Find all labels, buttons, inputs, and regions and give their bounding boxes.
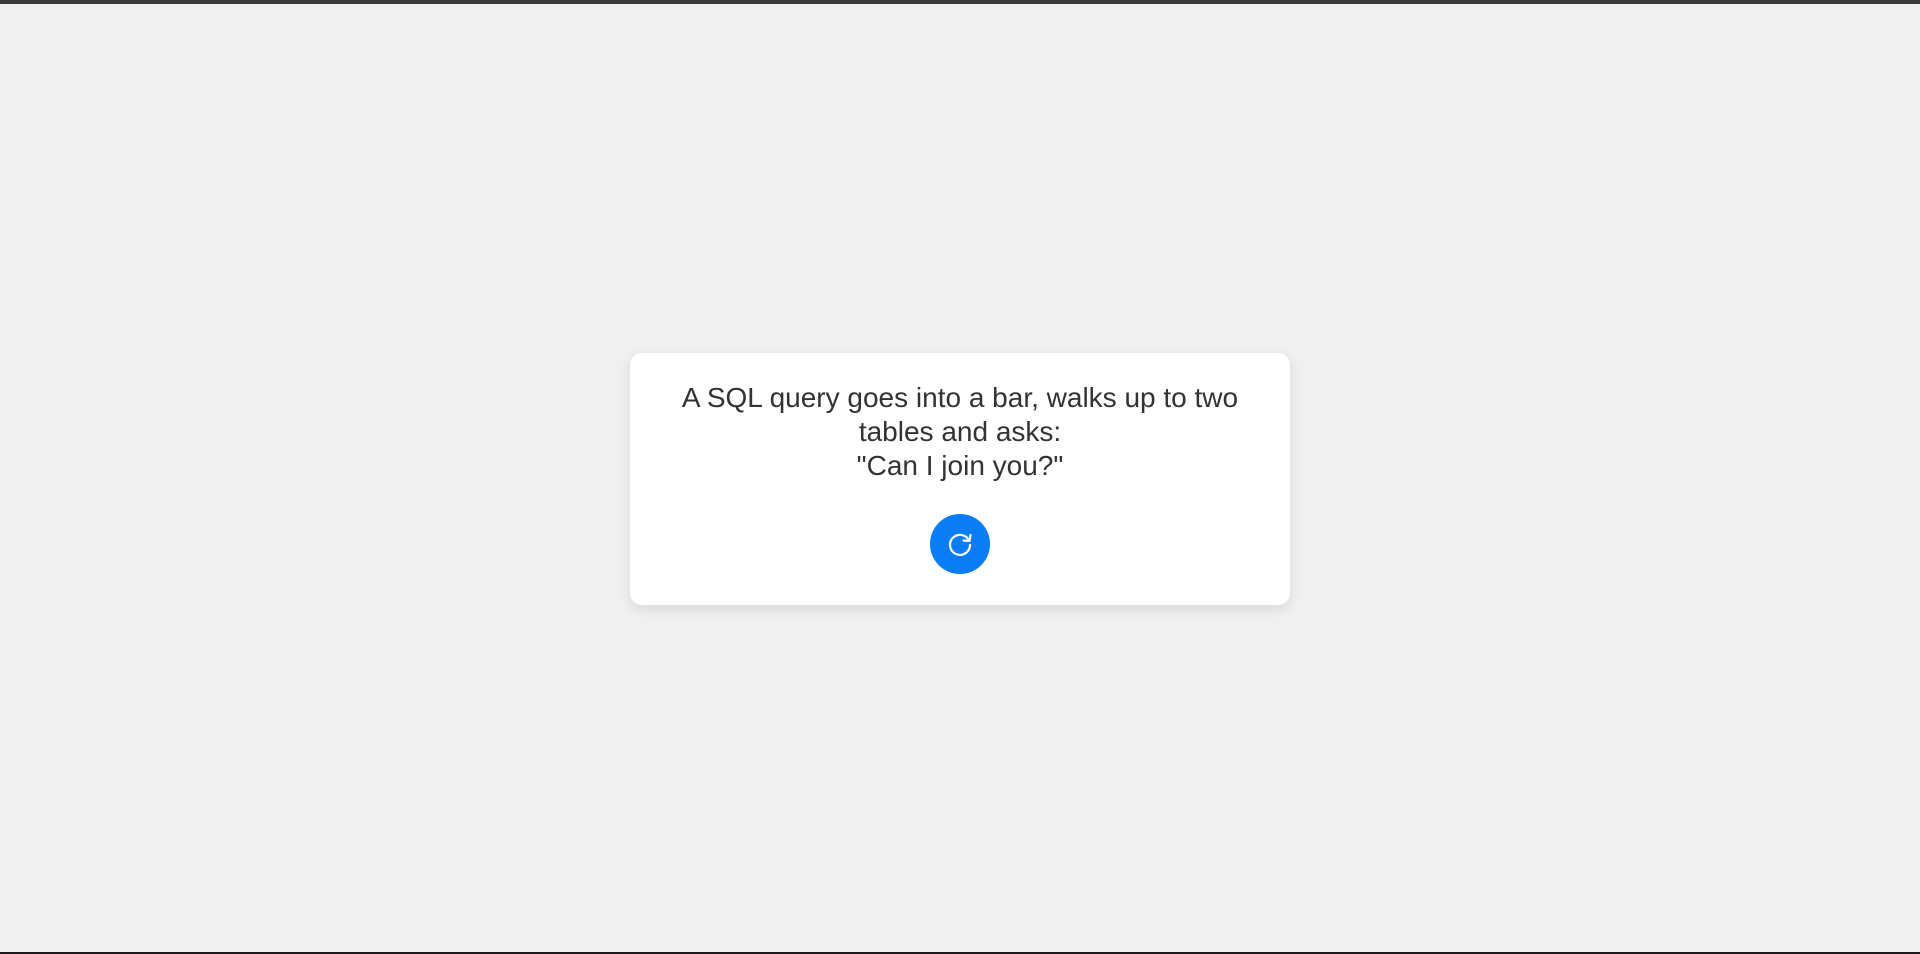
- joke-text: A SQL query goes into a bar, walks up to…: [655, 381, 1265, 483]
- top-edge-bar: [0, 0, 1920, 4]
- joke-punchline: "Can I join you?": [856, 450, 1064, 481]
- joke-card: A SQL query goes into a bar, walks up to…: [630, 353, 1290, 605]
- refresh-button[interactable]: [930, 514, 990, 574]
- refresh-icon: [944, 528, 976, 560]
- joke-setup: A SQL query goes into a bar, walks up to…: [681, 382, 1239, 447]
